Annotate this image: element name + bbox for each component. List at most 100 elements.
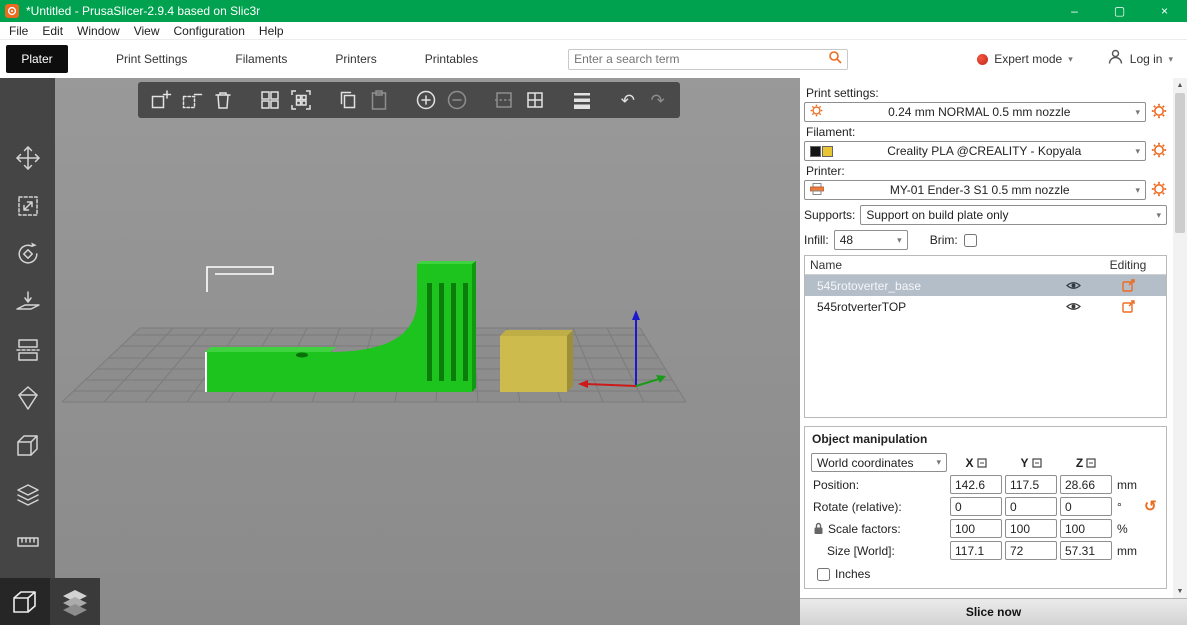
position-z-input[interactable] xyxy=(1060,475,1112,494)
infill-label: Infill: xyxy=(804,233,829,247)
add-object-icon[interactable] xyxy=(150,88,172,112)
prusaslicer-logo-icon xyxy=(5,4,19,18)
remove-object-icon[interactable] xyxy=(181,88,203,112)
filament-value: Creality PLA @CREALITY - Kopyala xyxy=(887,144,1082,158)
print-settings-value: 0.24 mm NORMAL 0.5 mm nozzle xyxy=(888,105,1071,119)
tab-print-settings[interactable]: Print Settings xyxy=(92,52,211,66)
expert-mode-selector[interactable]: Expert mode ▾ xyxy=(977,52,1073,66)
arrange-icon[interactable] xyxy=(259,88,281,112)
left-toolbar xyxy=(0,78,55,625)
axis-edit-icon xyxy=(976,457,987,468)
close-button[interactable]: × xyxy=(1142,0,1187,22)
panel-scrollbar[interactable]: ▲ ▼ xyxy=(1173,78,1187,598)
expert-mode-label: Expert mode xyxy=(994,52,1063,66)
menu-view[interactable]: View xyxy=(127,24,167,38)
rotate-tool-icon[interactable] xyxy=(7,238,49,269)
tab-filaments[interactable]: Filaments xyxy=(211,52,311,66)
size-unit: mm xyxy=(1117,543,1137,558)
size-x-input[interactable] xyxy=(950,541,1002,560)
inches-checkbox[interactable] xyxy=(817,567,830,581)
undo-icon[interactable]: ↶ xyxy=(618,88,639,112)
supports-combo[interactable]: Support on build plate only ▾ xyxy=(860,205,1167,225)
filament-gear-icon[interactable] xyxy=(1151,142,1167,161)
size-y-input[interactable] xyxy=(1005,541,1057,560)
brim-checkbox[interactable] xyxy=(963,233,977,247)
menu-file[interactable]: File xyxy=(2,24,35,38)
printer-combo[interactable]: MY-01 Ender-3 S1 0.5 mm nozzle ▾ xyxy=(804,180,1146,200)
brim-label: Brim: xyxy=(929,233,958,247)
object-545rotverter-top[interactable] xyxy=(500,330,573,392)
slice-now-button[interactable]: Slice now xyxy=(800,598,1187,625)
coordinates-combo[interactable]: World coordinates ▾ xyxy=(811,453,947,472)
search-box[interactable] xyxy=(568,48,849,70)
3d-editor-view-icon[interactable] xyxy=(0,578,50,625)
axis-edit-icon xyxy=(1086,457,1096,468)
delete-all-icon[interactable] xyxy=(212,88,234,112)
paint-supports-tool-icon[interactable] xyxy=(7,382,49,413)
size-z-input[interactable] xyxy=(1060,541,1112,560)
position-y-input[interactable] xyxy=(1005,475,1057,494)
search-icon[interactable] xyxy=(828,50,842,69)
edit-object-icon[interactable] xyxy=(1090,279,1166,292)
scale-x-input[interactable] xyxy=(950,519,1002,538)
copy-icon[interactable] xyxy=(337,88,359,112)
place-on-face-tool-icon[interactable] xyxy=(7,286,49,317)
tab-printers[interactable]: Printers xyxy=(311,52,400,66)
move-tool-icon[interactable] xyxy=(7,142,49,173)
scroll-down-icon[interactable]: ▼ xyxy=(1173,584,1187,598)
arrange-selection-icon[interactable] xyxy=(290,88,312,112)
seam-painting-tool-icon[interactable] xyxy=(7,430,49,461)
main-area: ↶ ↷ Print settings: 0.24 mm NORMAL 0.5 m… xyxy=(0,78,1187,625)
paste-icon[interactable] xyxy=(368,88,390,112)
remove-instance-icon[interactable] xyxy=(446,88,468,112)
infill-combo[interactable]: 48 ▾ xyxy=(833,230,908,250)
redo-icon[interactable]: ↷ xyxy=(647,88,668,112)
coordinates-value: World coordinates xyxy=(817,455,914,470)
expert-mode-icon xyxy=(977,53,989,65)
search-input[interactable] xyxy=(574,52,829,66)
rotate-z-input[interactable] xyxy=(1060,497,1112,516)
tab-printables[interactable]: Printables xyxy=(401,52,502,66)
rotate-x-input[interactable] xyxy=(950,497,1002,516)
minimize-button[interactable]: – xyxy=(1052,0,1097,22)
scroll-up-icon[interactable]: ▲ xyxy=(1173,78,1187,92)
prusaslicer-window: *Untitled - PrusaSlicer-2.9.4 based on S… xyxy=(0,0,1187,625)
eye-icon[interactable] xyxy=(1056,280,1090,291)
print-settings-combo[interactable]: 0.24 mm NORMAL 0.5 mm nozzle ▾ xyxy=(804,102,1146,122)
3d-viewport[interactable]: ↶ ↷ xyxy=(55,78,800,625)
maximize-button[interactable]: ▢ xyxy=(1097,0,1142,22)
scale-y-input[interactable] xyxy=(1005,519,1057,538)
split-parts-icon[interactable] xyxy=(524,88,546,112)
position-x-input[interactable] xyxy=(950,475,1002,494)
menu-configuration[interactable]: Configuration xyxy=(167,24,252,38)
reset-rotation-icon[interactable]: ↺ xyxy=(1144,499,1160,514)
object-row-top[interactable]: 545rotverterTOP xyxy=(805,296,1166,317)
preview-layers-view-icon[interactable] xyxy=(50,578,100,625)
tab-bar: Plater Print Settings Filaments Printers… xyxy=(0,40,1187,78)
scale-tool-icon[interactable] xyxy=(7,190,49,221)
tab-plater[interactable]: Plater xyxy=(6,45,68,73)
menu-window[interactable]: Window xyxy=(70,24,127,38)
filament-combo[interactable]: Creality PLA @CREALITY - Kopyala ▾ xyxy=(804,141,1146,161)
printer-gear-icon[interactable] xyxy=(1151,181,1167,200)
mmu-painting-tool-icon[interactable] xyxy=(7,478,49,509)
split-objects-icon[interactable] xyxy=(493,88,515,112)
login-button[interactable]: Log in ▾ xyxy=(1107,48,1173,70)
add-instance-icon[interactable] xyxy=(415,88,437,112)
scrollbar-thumb[interactable] xyxy=(1175,93,1185,233)
eye-icon[interactable] xyxy=(1056,301,1090,312)
measure-tool-icon[interactable] xyxy=(7,526,49,557)
variable-layer-height-icon[interactable] xyxy=(571,88,593,112)
scale-z-input[interactable] xyxy=(1060,519,1112,538)
edit-object-icon[interactable] xyxy=(1090,300,1166,313)
axis-edit-icon xyxy=(1031,457,1042,468)
print-settings-gear-icon[interactable] xyxy=(1151,103,1167,122)
cut-tool-icon[interactable] xyxy=(7,334,49,365)
scene-canvas[interactable] xyxy=(55,78,800,625)
object-row-base[interactable]: 545rotoverter_base xyxy=(805,275,1166,296)
lock-icon[interactable] xyxy=(813,522,824,535)
menu-edit[interactable]: Edit xyxy=(35,24,70,38)
menu-help[interactable]: Help xyxy=(252,24,291,38)
size-label: Size [World]: xyxy=(827,543,895,558)
rotate-y-input[interactable] xyxy=(1005,497,1057,516)
